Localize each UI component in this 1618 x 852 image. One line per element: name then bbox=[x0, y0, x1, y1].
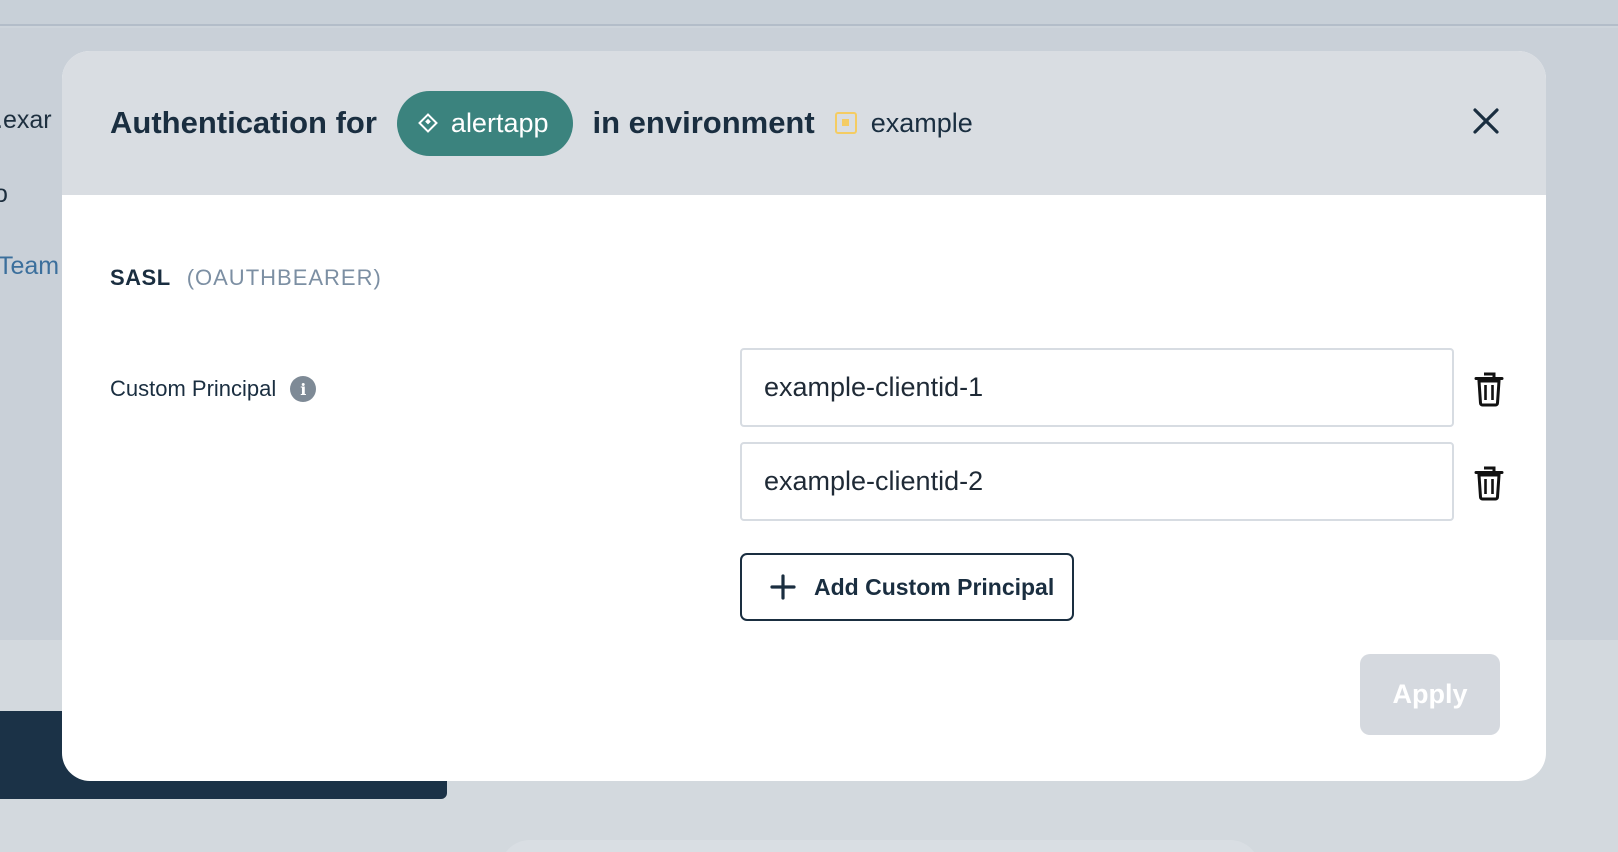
close-icon[interactable] bbox=[1468, 103, 1504, 139]
delete-principal-2-icon[interactable] bbox=[1473, 465, 1505, 501]
environment-name: example bbox=[870, 107, 973, 138]
add-custom-principal-button[interactable]: Add Custom Principal bbox=[740, 553, 1074, 621]
app-name: alertapp bbox=[450, 107, 549, 138]
modal-header: Authentication for alertapp in environme… bbox=[62, 51, 1546, 195]
background-text-fragment: o bbox=[0, 180, 8, 208]
custom-principal-input-1[interactable] bbox=[740, 348, 1454, 427]
info-icon[interactable]: i bbox=[290, 376, 317, 402]
sasl-label: SASL bbox=[110, 265, 171, 290]
sasl-section-heading: SASL (OAUTHBEARER) bbox=[110, 265, 382, 291]
apply-button[interactable]: Apply bbox=[1360, 654, 1500, 735]
plus-icon bbox=[770, 574, 796, 600]
modal-title-prefix: Authentication for bbox=[110, 105, 377, 140]
custom-principal-label: Custom Principal bbox=[110, 376, 277, 401]
custom-principal-label-row: Custom Principal i bbox=[110, 376, 317, 402]
background-link-fragment: Team bbox=[0, 252, 60, 280]
authentication-modal: Authentication for alertapp in environme… bbox=[62, 51, 1546, 781]
background-top-bar bbox=[0, 0, 1618, 26]
add-custom-principal-label: Add Custom Principal bbox=[814, 573, 1055, 600]
app-badge: alertapp bbox=[396, 90, 573, 156]
modal-title-middle: in environment bbox=[592, 105, 815, 140]
background-text-fragment: .exar bbox=[0, 106, 52, 134]
delete-principal-1-icon[interactable] bbox=[1473, 371, 1505, 407]
diamond-icon bbox=[418, 113, 438, 133]
custom-principal-input-2[interactable] bbox=[740, 442, 1454, 521]
sasl-mechanism: (OAUTHBEARER) bbox=[186, 265, 382, 290]
background-card bbox=[500, 840, 1260, 852]
environment-square-icon bbox=[834, 112, 857, 134]
